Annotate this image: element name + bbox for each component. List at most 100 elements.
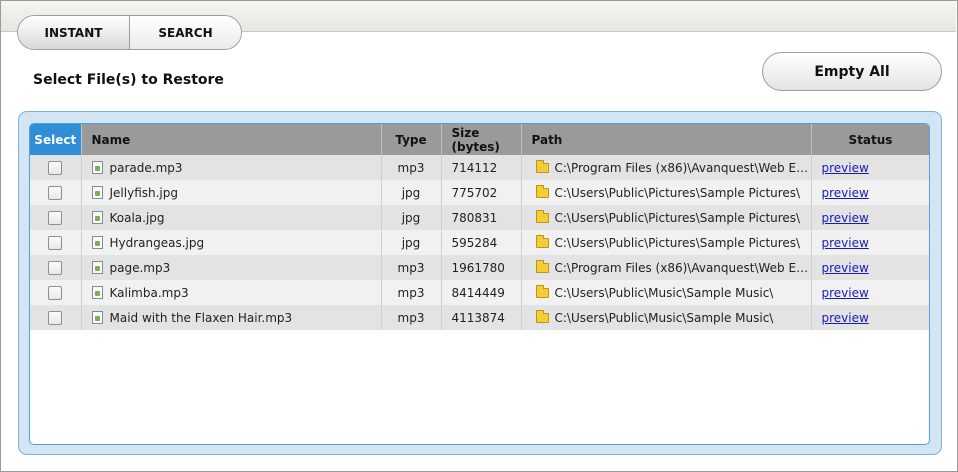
file-path: C:\Program Files (x86)\Avanquest\Web Eas… bbox=[554, 160, 811, 175]
preview-link[interactable]: preview bbox=[822, 311, 869, 325]
row-checkbox[interactable] bbox=[48, 285, 63, 300]
path-cell: C:\Program Files (x86)\Avanquest\Web Eas… bbox=[521, 155, 812, 180]
folder-icon bbox=[535, 159, 549, 173]
table-row[interactable]: Kalimba.mp3 mp3 8414449 C:\Users\Public\Mus… bbox=[30, 280, 929, 305]
row-checkbox[interactable] bbox=[48, 235, 63, 250]
file-name: Jellyfish.jpg bbox=[109, 185, 179, 200]
type-cell: mp3 bbox=[381, 280, 442, 305]
file-icon bbox=[91, 210, 103, 224]
page-title: Select File(s) to Restore bbox=[33, 72, 224, 88]
name-cell: Koala.jpg bbox=[81, 205, 382, 230]
type-cell: jpg bbox=[381, 230, 442, 255]
name-cell: Kalimba.mp3 bbox=[81, 280, 382, 305]
file-path: C:\Users\Public\Pictures\Sample Pictures… bbox=[554, 185, 801, 200]
file-icon bbox=[91, 310, 103, 324]
type-cell: mp3 bbox=[381, 155, 442, 180]
column-header-size[interactable]: Size (bytes) bbox=[441, 124, 522, 155]
row-select-cell bbox=[30, 205, 82, 230]
empty-all-button[interactable]: Empty All bbox=[762, 52, 942, 91]
file-table: Select Name Type Size (bytes) Path Statu… bbox=[30, 124, 929, 330]
preview-link[interactable]: preview bbox=[822, 261, 869, 275]
file-name: parade.mp3 bbox=[109, 160, 183, 175]
status-cell: preview bbox=[811, 205, 929, 230]
path-cell: C:\Users\Public\Music\Sample Music\ bbox=[521, 305, 812, 330]
file-path: C:\Users\Public\Pictures\Sample Pictures… bbox=[554, 235, 801, 250]
preview-link[interactable]: preview bbox=[822, 236, 869, 250]
folder-icon bbox=[535, 309, 549, 323]
type-cell: jpg bbox=[381, 205, 442, 230]
table-row[interactable]: Jellyfish.jpg jpg 775702 C:\Users\Public\Pi… bbox=[30, 180, 929, 205]
row-checkbox[interactable] bbox=[48, 260, 63, 275]
size-cell: 595284 bbox=[441, 230, 522, 255]
column-header-path[interactable]: Path bbox=[521, 124, 812, 155]
size-cell: 780831 bbox=[441, 205, 522, 230]
file-icon bbox=[91, 185, 103, 199]
row-checkbox[interactable] bbox=[48, 160, 63, 175]
file-name: Maid with the Flaxen Hair.mp3 bbox=[109, 310, 293, 325]
tab-search[interactable]: SEARCH bbox=[130, 16, 241, 49]
table-row[interactable]: Koala.jpg jpg 780831 C:\Users\Public\Pictur… bbox=[30, 205, 929, 230]
name-cell: page.mp3 bbox=[81, 255, 382, 280]
file-icon bbox=[91, 235, 103, 249]
path-cell: C:\Users\Public\Pictures\Sample Pictures… bbox=[521, 180, 812, 205]
file-name: Hydrangeas.jpg bbox=[109, 235, 205, 250]
table-body: parade.mp3 mp3 714112 C:\Program Files (x86… bbox=[30, 155, 929, 330]
row-select-cell bbox=[30, 180, 82, 205]
name-cell: Jellyfish.jpg bbox=[81, 180, 382, 205]
column-header-status[interactable]: Status bbox=[811, 124, 929, 155]
row-select-cell bbox=[30, 155, 82, 180]
file-path: C:\Program Files (x86)\Avanquest\Web Eas… bbox=[554, 260, 811, 275]
table-row[interactable]: parade.mp3 mp3 714112 C:\Program Files (x86… bbox=[30, 155, 929, 180]
row-select-cell bbox=[30, 280, 82, 305]
tab-bar: INSTANT SEARCH bbox=[17, 15, 242, 50]
size-cell: 775702 bbox=[441, 180, 522, 205]
table-row[interactable]: page.mp3 mp3 1961780 C:\Program Files (x86)… bbox=[30, 255, 929, 280]
row-checkbox[interactable] bbox=[48, 185, 63, 200]
preview-link[interactable]: preview bbox=[822, 211, 869, 225]
folder-icon bbox=[535, 184, 549, 198]
name-cell: Maid with the Flaxen Hair.mp3 bbox=[81, 305, 382, 330]
file-path: C:\Users\Public\Music\Sample Music\ bbox=[554, 285, 774, 300]
status-cell: preview bbox=[811, 230, 929, 255]
preview-link[interactable]: preview bbox=[822, 286, 869, 300]
size-cell: 714112 bbox=[441, 155, 522, 180]
path-cell: C:\Users\Public\Music\Sample Music\ bbox=[521, 280, 812, 305]
size-cell: 4113874 bbox=[441, 305, 522, 330]
folder-icon bbox=[535, 234, 549, 248]
type-cell: mp3 bbox=[381, 305, 442, 330]
table-row[interactable]: Hydrangeas.jpg jpg 595284 C:\Users\Public\P… bbox=[30, 230, 929, 255]
table-row[interactable]: Maid with the Flaxen Hair.mp3 mp3 4113874 C… bbox=[30, 305, 929, 330]
file-name: page.mp3 bbox=[109, 260, 171, 275]
folder-icon bbox=[535, 209, 549, 223]
tab-instant[interactable]: INSTANT bbox=[18, 16, 130, 49]
row-checkbox[interactable] bbox=[48, 310, 63, 325]
size-cell: 8414449 bbox=[441, 280, 522, 305]
row-checkbox[interactable] bbox=[48, 210, 63, 225]
path-cell: C:\Users\Public\Pictures\Sample Pictures… bbox=[521, 205, 812, 230]
status-cell: preview bbox=[811, 280, 929, 305]
file-name: Koala.jpg bbox=[109, 210, 165, 225]
row-select-cell bbox=[30, 255, 82, 280]
file-table-container: Select Name Type Size (bytes) Path Statu… bbox=[29, 123, 930, 445]
folder-icon bbox=[535, 259, 549, 273]
preview-link[interactable]: preview bbox=[822, 186, 869, 200]
preview-link[interactable]: preview bbox=[822, 161, 869, 175]
type-cell: jpg bbox=[381, 180, 442, 205]
column-header-name[interactable]: Name bbox=[81, 124, 382, 155]
file-icon bbox=[91, 160, 103, 174]
file-path: C:\Users\Public\Pictures\Sample Pictures… bbox=[554, 210, 801, 225]
path-cell: C:\Program Files (x86)\Avanquest\Web Eas… bbox=[521, 255, 812, 280]
status-cell: preview bbox=[811, 305, 929, 330]
status-cell: preview bbox=[811, 255, 929, 280]
status-cell: preview bbox=[811, 180, 929, 205]
folder-icon bbox=[535, 284, 549, 298]
status-cell: preview bbox=[811, 155, 929, 180]
name-cell: Hydrangeas.jpg bbox=[81, 230, 382, 255]
size-cell: 1961780 bbox=[441, 255, 522, 280]
file-icon bbox=[91, 260, 103, 274]
type-cell: mp3 bbox=[381, 255, 442, 280]
column-header-select[interactable]: Select bbox=[30, 124, 82, 155]
table-header: Select Name Type Size (bytes) Path Statu… bbox=[30, 124, 929, 155]
row-select-cell bbox=[30, 230, 82, 255]
column-header-type[interactable]: Type bbox=[381, 124, 442, 155]
